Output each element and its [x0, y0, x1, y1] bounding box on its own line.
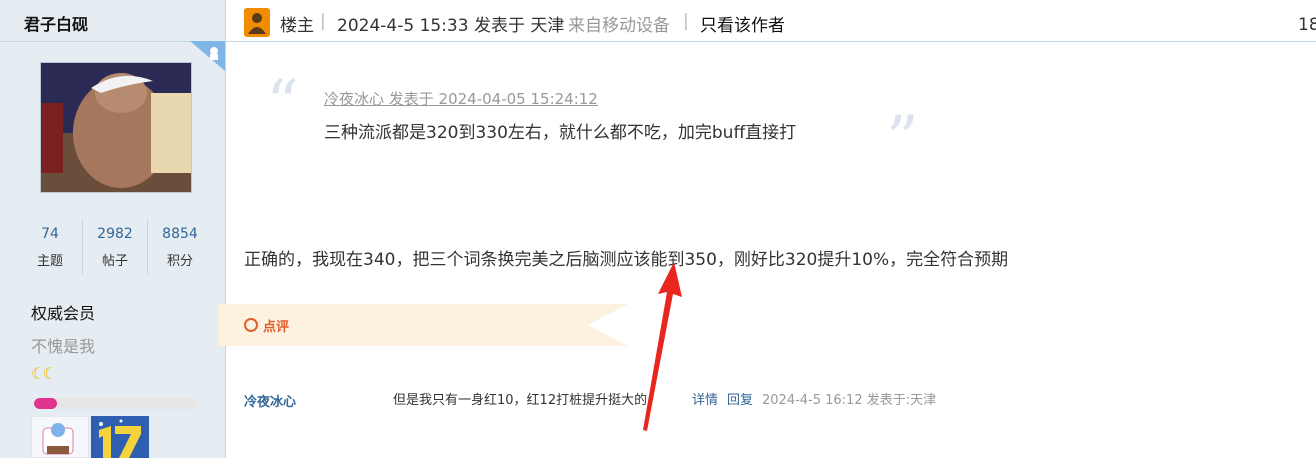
mobile-source: 来自移动设备 [568, 16, 670, 36]
user-name-bar: 君子白砚 [0, 0, 225, 42]
post-time: 2024-4-5 15:33 发表于 天津 [337, 16, 565, 36]
moon-rank-icon: ☾☾ [31, 364, 57, 383]
comment-text: 但是我只有一身红10，红12打桩提升挺大的 [393, 393, 648, 408]
op-label: 楼主 [280, 16, 314, 36]
quote-text: 三种流派都是320到330左右，就什么都不吃，加完buff直接打 [324, 123, 797, 143]
comment-time: 2024-4-5 16:12 发表于:天津 [762, 393, 937, 408]
header-divider: | [320, 11, 326, 31]
quote-source-link[interactable]: 冷夜冰心 发表于 2024-04-05 15:24:12 [324, 88, 598, 109]
stat-posts[interactable]: 2982 帖子 [82, 220, 147, 274]
comment-details-link[interactable]: 详情 [692, 389, 718, 408]
medal-17-icon[interactable] [91, 416, 149, 458]
rank-subtitle: 不愧是我 [31, 337, 96, 356]
post-header: 楼主 | 2024-4-5 15:33 发表于 天津 来自移动设备 | 只看该作… [226, 0, 1316, 42]
level-progress-fill [34, 398, 57, 409]
header-divider: | [683, 11, 689, 31]
comment-author-link[interactable]: 冷夜冰心 [244, 391, 296, 410]
red-arrow-annotation [643, 262, 682, 431]
comment-reply-link[interactable]: 回复 [727, 389, 753, 408]
android-icon [190, 41, 225, 71]
post-body: 正确的，我现在340，把三个词条换完美之后脑测应该能到350，刚好比320提升1… [244, 250, 1009, 270]
user-stats: 74 主题 2982 帖子 8854 积分 [18, 220, 214, 274]
open-quote-icon: “ [266, 67, 299, 141]
floor-number[interactable]: 18 [1298, 15, 1316, 35]
medal-birthday-icon[interactable] [31, 416, 89, 458]
only-author-link[interactable]: 只看该作者 [700, 11, 785, 36]
thread-starter-icon [244, 8, 270, 37]
level-progress-bar [34, 398, 196, 409]
stat-threads[interactable]: 74 主题 [18, 220, 82, 274]
user-sidebar: 君子白砚 74 主题 2982 帖子 8854 积分 权威会员 不愧是我 ☾☾ [0, 0, 226, 458]
close-quote-icon: ” [886, 103, 919, 177]
comment-circle-icon [244, 318, 258, 332]
comment-section-label: 点评 [263, 320, 290, 335]
stat-points[interactable]: 8854 积分 [147, 220, 212, 274]
user-avatar[interactable] [40, 62, 192, 193]
rank-title: 权威会员 [31, 304, 96, 323]
username-link[interactable]: 君子白砚 [24, 11, 88, 35]
